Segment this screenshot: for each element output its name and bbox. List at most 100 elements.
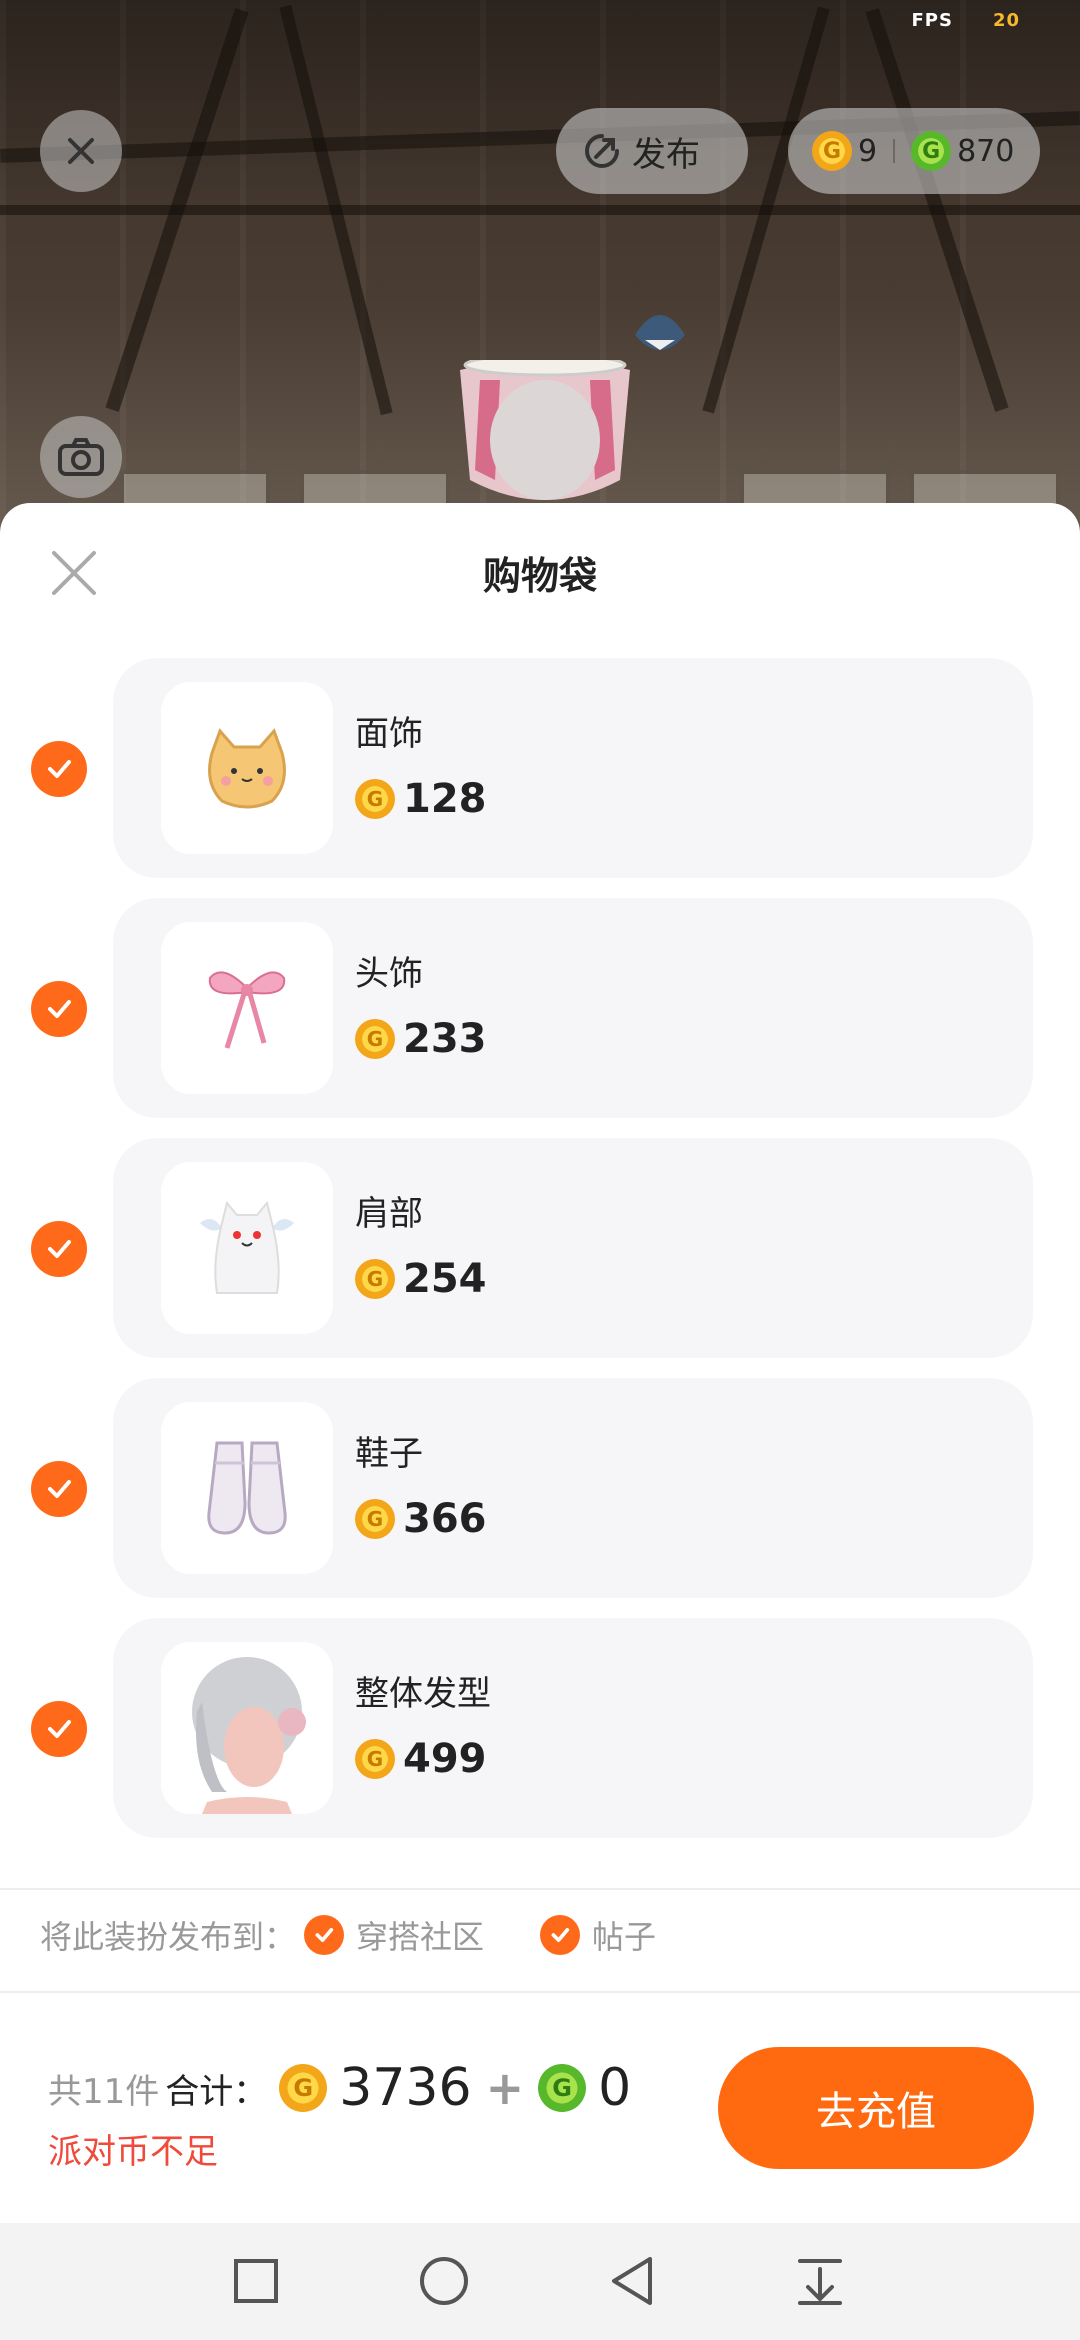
- list-item: 面饰 G 128: [0, 658, 1080, 878]
- notification-pull-button[interactable]: [792, 2253, 848, 2309]
- gold-total: 3736: [339, 2058, 472, 2118]
- home-button[interactable]: [416, 2253, 472, 2309]
- total-line: 共11件 合计： G 3736 + G 0: [48, 2058, 631, 2118]
- check-icon: [48, 1240, 71, 1258]
- publish-target-row: 将此装扮发布到： 穿搭社区 帖子: [40, 1910, 656, 1960]
- item-thumbnail: [161, 1162, 333, 1334]
- camera-button[interactable]: [40, 416, 122, 498]
- sum-label: 合计：: [165, 2071, 268, 2112]
- check-icon: [48, 760, 71, 778]
- item-card[interactable]: 鞋子 G 366: [113, 1378, 1033, 1598]
- order-summary: 共11件 合计： G 3736 + G 0 派对币不足: [48, 2058, 631, 2173]
- gold-coin-icon: G: [355, 1499, 395, 1539]
- publish-option-label: 穿搭社区: [356, 1918, 485, 1956]
- plus-sign: +: [485, 2061, 525, 2115]
- list-item: 鞋子 G 366: [0, 1378, 1080, 1598]
- item-name: 面饰: [355, 714, 423, 754]
- system-nav-bar: [0, 2223, 1080, 2340]
- item-name: 肩部: [355, 1194, 423, 1234]
- item-price-value: 128: [403, 776, 487, 822]
- item-checkbox[interactable]: [31, 1221, 87, 1277]
- item-name: 整体发型: [355, 1674, 491, 1714]
- item-price-value: 254: [403, 1256, 487, 1302]
- item-checkbox[interactable]: [31, 741, 87, 797]
- publish-icon: [585, 134, 619, 168]
- item-checkbox[interactable]: [31, 1461, 87, 1517]
- gold-coin-icon: G: [279, 2064, 328, 2112]
- fps-value: 20: [992, 10, 1020, 31]
- sheet-title: 购物袋: [482, 554, 597, 598]
- back-button[interactable]: [604, 2253, 660, 2309]
- gold-coin-icon: G: [355, 1259, 395, 1299]
- green-total: 0: [598, 2058, 632, 2118]
- item-thumbnail: [161, 1642, 333, 1814]
- item-card[interactable]: 整体发型 G 499: [113, 1618, 1033, 1838]
- check-icon: [304, 1915, 345, 1955]
- divider: [0, 1888, 1080, 1890]
- item-name: 头饰: [355, 954, 423, 994]
- item-card[interactable]: 头饰 G 233: [113, 898, 1033, 1118]
- list-item: 头饰 G 233: [0, 898, 1080, 1118]
- currency-display[interactable]: G 9 G 870: [788, 108, 1040, 194]
- green-coin-icon: G: [538, 2064, 587, 2112]
- green-coin-icon: G: [911, 131, 952, 171]
- item-price: G 128: [355, 776, 487, 822]
- triangle-back-icon: [612, 2257, 652, 2305]
- item-name: 鞋子: [355, 1434, 423, 1474]
- item-price: G 254: [355, 1256, 487, 1302]
- divider: [0, 1991, 1080, 1993]
- item-checkbox[interactable]: [31, 981, 87, 1037]
- check-icon: [48, 1000, 71, 1018]
- shopping-bag-sheet: 购物袋 面饰 G 128 头饰 G 233 肩部 G 254 鞋子 G 366 …: [0, 503, 1080, 2223]
- shark-pet: [635, 315, 685, 350]
- publish-option-label: 帖子: [592, 1918, 657, 1956]
- fluffy-shoes-icon: [207, 1441, 287, 1535]
- publish-option-post[interactable]: 帖子: [540, 1912, 656, 1958]
- publish-button[interactable]: 发布: [556, 108, 748, 194]
- green-coin-count: 870: [957, 133, 1015, 169]
- gold-coin-count: 9: [858, 133, 878, 169]
- check-icon: [48, 1720, 71, 1738]
- item-price: G 233: [355, 1016, 487, 1062]
- list-item: 整体发型 G 499: [0, 1618, 1080, 1838]
- item-count: 共11件: [48, 2071, 160, 2112]
- item-thumbnail: [161, 682, 333, 854]
- square-icon: [234, 2259, 278, 2303]
- publish-option-community[interactable]: 穿搭社区: [304, 1912, 484, 1958]
- item-price: G 499: [355, 1736, 487, 1782]
- currency-divider: [893, 139, 896, 163]
- camera-icon: [58, 438, 104, 476]
- item-price-value: 233: [403, 1016, 487, 1062]
- gold-coin-icon: G: [355, 1019, 395, 1059]
- item-price: G 366: [355, 1496, 487, 1542]
- item-thumbnail: [161, 922, 333, 1094]
- pink-bow-icon: [208, 971, 286, 1049]
- gold-coin-icon: G: [355, 779, 395, 819]
- item-card[interactable]: 肩部 G 254: [113, 1138, 1033, 1358]
- cat-mask-icon: [208, 728, 286, 809]
- silver-hair-icon: [192, 1657, 306, 1814]
- item-price-value: 366: [403, 1496, 487, 1542]
- insufficient-funds-warning: 派对币不足: [48, 2132, 218, 2172]
- close-scene-button[interactable]: [40, 110, 122, 192]
- item-checkbox[interactable]: [31, 1701, 87, 1757]
- publish-to-label: 将此装扮发布到：: [40, 1918, 297, 1956]
- ghost-pet-icon: [200, 1200, 294, 1294]
- item-thumbnail: [161, 1402, 333, 1574]
- item-price-value: 499: [403, 1736, 487, 1782]
- scene-truss: [0, 205, 1080, 215]
- pull-down-icon: [798, 2259, 842, 2305]
- gold-coin-icon: G: [812, 131, 852, 171]
- list-item: 肩部 G 254: [0, 1138, 1080, 1358]
- gold-coin-icon: G: [355, 1739, 395, 1779]
- check-icon: [48, 1480, 71, 1498]
- fps-counter: FPS 20: [911, 10, 1020, 31]
- check-icon: [540, 1915, 581, 1955]
- game-scene: FPS 20 发布 G 9 G 870: [0, 0, 1080, 560]
- close-icon: [68, 138, 94, 164]
- recent-apps-button[interactable]: [228, 2253, 284, 2309]
- fps-label: FPS: [911, 10, 953, 31]
- item-card[interactable]: 面饰 G 128: [113, 658, 1033, 878]
- recharge-button[interactable]: 去充值: [718, 2047, 1034, 2169]
- circle-icon: [420, 2257, 468, 2305]
